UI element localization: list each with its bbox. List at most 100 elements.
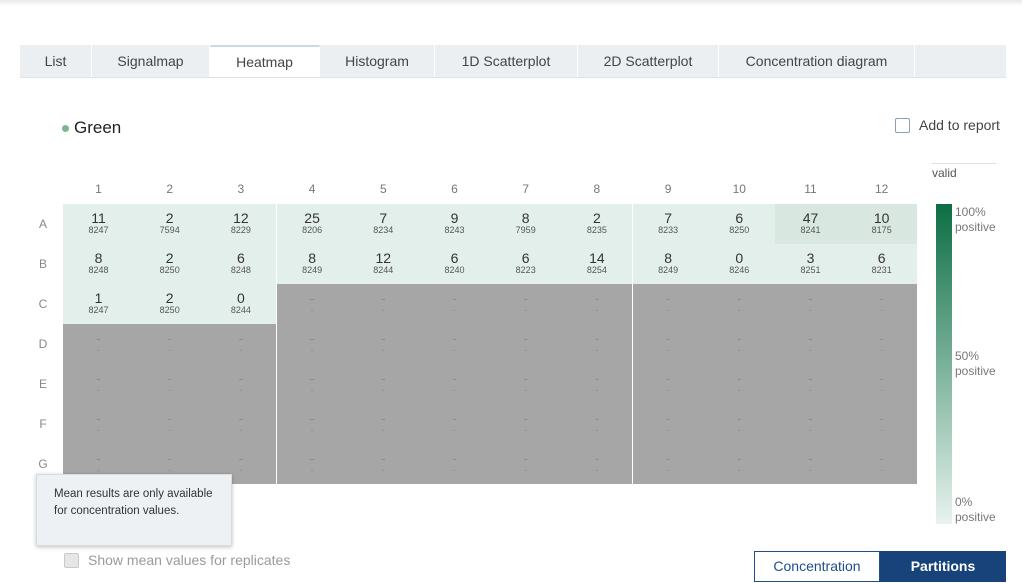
well-cell[interactable]: 25 8206 <box>276 204 348 244</box>
well-cell[interactable]: -- <box>490 444 562 484</box>
well-cell[interactable]: -- <box>205 404 277 444</box>
concentration-button[interactable]: Concentration <box>754 551 880 582</box>
tab-histogram[interactable]: Histogram <box>320 45 435 77</box>
well-cell[interactable]: -- <box>490 404 562 444</box>
well-cell[interactable]: 2 8250 <box>134 244 206 284</box>
well-cell[interactable]: 2 8250 <box>134 284 206 324</box>
well-cell[interactable]: -- <box>490 284 562 324</box>
well-cell[interactable]: -- <box>419 404 490 444</box>
well-cell[interactable]: -- <box>775 404 846 444</box>
row-header: G <box>38 457 48 471</box>
well-cell[interactable]: 6 8250 <box>703 204 775 244</box>
dye-label: Green <box>62 118 121 138</box>
well-cell[interactable]: 8 8248 <box>63 244 134 284</box>
well-cell[interactable]: 8 7959 <box>490 204 562 244</box>
well-cell[interactable]: 8 8249 <box>632 244 704 284</box>
well-cell[interactable]: -- <box>205 324 277 364</box>
well-cell[interactable]: -- <box>347 444 419 484</box>
well-cell[interactable]: -- <box>63 364 134 404</box>
well-cell[interactable]: 7 8233 <box>632 204 704 244</box>
well-cell[interactable]: -- <box>419 284 490 324</box>
well-cell[interactable]: -- <box>561 444 633 484</box>
well-cell[interactable]: 11 8247 <box>63 204 134 244</box>
show-mean-checkbox[interactable] <box>64 552 79 568</box>
well-cell[interactable]: 14 8254 <box>561 244 633 284</box>
well-cell[interactable]: -- <box>347 364 419 404</box>
well-cell[interactable]: 2 8235 <box>561 204 633 244</box>
well-cell[interactable]: -- <box>276 284 348 324</box>
well-cell[interactable]: -- <box>703 324 775 364</box>
tab-list[interactable]: List <box>20 45 92 77</box>
add-to-report[interactable]: Add to report <box>895 117 1000 133</box>
well-cell[interactable]: -- <box>63 324 134 364</box>
well-cell[interactable]: -- <box>846 444 918 484</box>
well-cell[interactable]: -- <box>347 324 419 364</box>
well-cell[interactable]: -- <box>632 404 704 444</box>
well-cell[interactable]: -- <box>846 404 918 444</box>
tab-1d-scatterplot[interactable]: 1D Scatterplot <box>435 45 578 77</box>
well-cell[interactable]: -- <box>703 284 775 324</box>
well-cell[interactable]: -- <box>134 404 206 444</box>
well-cell[interactable]: 6 8223 <box>490 244 562 284</box>
well-cell[interactable]: 7 8234 <box>347 204 419 244</box>
well-cell[interactable]: 0 8244 <box>205 284 277 324</box>
well-cell[interactable]: -- <box>703 364 775 404</box>
well-cell[interactable]: 1 8247 <box>63 284 134 324</box>
well-cell[interactable]: -- <box>490 364 562 404</box>
well-cell[interactable]: -- <box>134 324 206 364</box>
well-cell[interactable]: -- <box>775 284 846 324</box>
well-cell[interactable]: -- <box>632 444 704 484</box>
show-mean-option[interactable]: Show mean values for replicates <box>64 552 290 568</box>
well-cell[interactable]: -- <box>347 284 419 324</box>
well-cell[interactable]: -- <box>846 284 918 324</box>
well-cell[interactable]: -- <box>632 284 704 324</box>
add-to-report-checkbox[interactable] <box>895 117 910 133</box>
well-cell[interactable]: 8 8249 <box>276 244 348 284</box>
tab-concentration-diagram[interactable]: Concentration diagram <box>719 45 915 77</box>
well-cell[interactable]: -- <box>632 324 704 364</box>
well-cell[interactable]: -- <box>419 364 490 404</box>
well-cell[interactable]: -- <box>205 364 277 404</box>
well-value: - <box>736 290 742 306</box>
well-cell[interactable]: 12 8244 <box>347 244 419 284</box>
well-cell[interactable]: 9 8243 <box>419 204 490 244</box>
well-cell[interactable]: -- <box>419 444 490 484</box>
well-cell[interactable]: 2 7594 <box>134 204 206 244</box>
well-cell[interactable]: -- <box>703 404 775 444</box>
well-cell[interactable]: 6 8240 <box>419 244 490 284</box>
well-value: 0 <box>735 250 744 266</box>
well-cell[interactable]: -- <box>276 364 348 404</box>
partitions-button[interactable]: Partitions <box>880 551 1006 582</box>
well-cell[interactable]: 6 8231 <box>846 244 918 284</box>
well-cell[interactable]: 6 8248 <box>205 244 277 284</box>
well-cell[interactable]: -- <box>846 364 918 404</box>
well-cell[interactable]: -- <box>134 364 206 404</box>
well-cell[interactable]: -- <box>775 364 846 404</box>
well-cell[interactable]: -- <box>276 404 348 444</box>
well-cell[interactable]: -- <box>490 324 562 364</box>
well-cell[interactable]: -- <box>561 404 633 444</box>
well-cell[interactable]: -- <box>561 364 633 404</box>
well-cell[interactable]: -- <box>703 444 775 484</box>
well-cell[interactable]: 12 8229 <box>205 204 277 244</box>
well-cell[interactable]: 47 8241 <box>775 204 846 244</box>
well-cell[interactable]: -- <box>276 324 348 364</box>
well-value: - <box>665 370 671 386</box>
well-cell[interactable]: -- <box>347 404 419 444</box>
well-cell[interactable]: -- <box>561 284 633 324</box>
well-cell[interactable]: 3 8251 <box>775 244 846 284</box>
well-partitions: - <box>310 385 314 395</box>
well-cell[interactable]: -- <box>846 324 918 364</box>
well-cell[interactable]: -- <box>775 444 846 484</box>
well-cell[interactable]: -- <box>276 444 348 484</box>
well-cell[interactable]: 0 8246 <box>703 244 775 284</box>
tab-heatmap[interactable]: Heatmap <box>210 45 320 77</box>
well-cell[interactable]: -- <box>561 324 633 364</box>
tab-signalmap[interactable]: Signalmap <box>92 45 210 77</box>
well-cell[interactable]: 10 8175 <box>846 204 918 244</box>
tab-2d-scatterplot[interactable]: 2D Scatterplot <box>578 45 719 77</box>
well-cell[interactable]: -- <box>632 364 704 404</box>
well-cell[interactable]: -- <box>775 324 846 364</box>
well-cell[interactable]: -- <box>63 404 134 444</box>
well-cell[interactable]: -- <box>419 324 490 364</box>
